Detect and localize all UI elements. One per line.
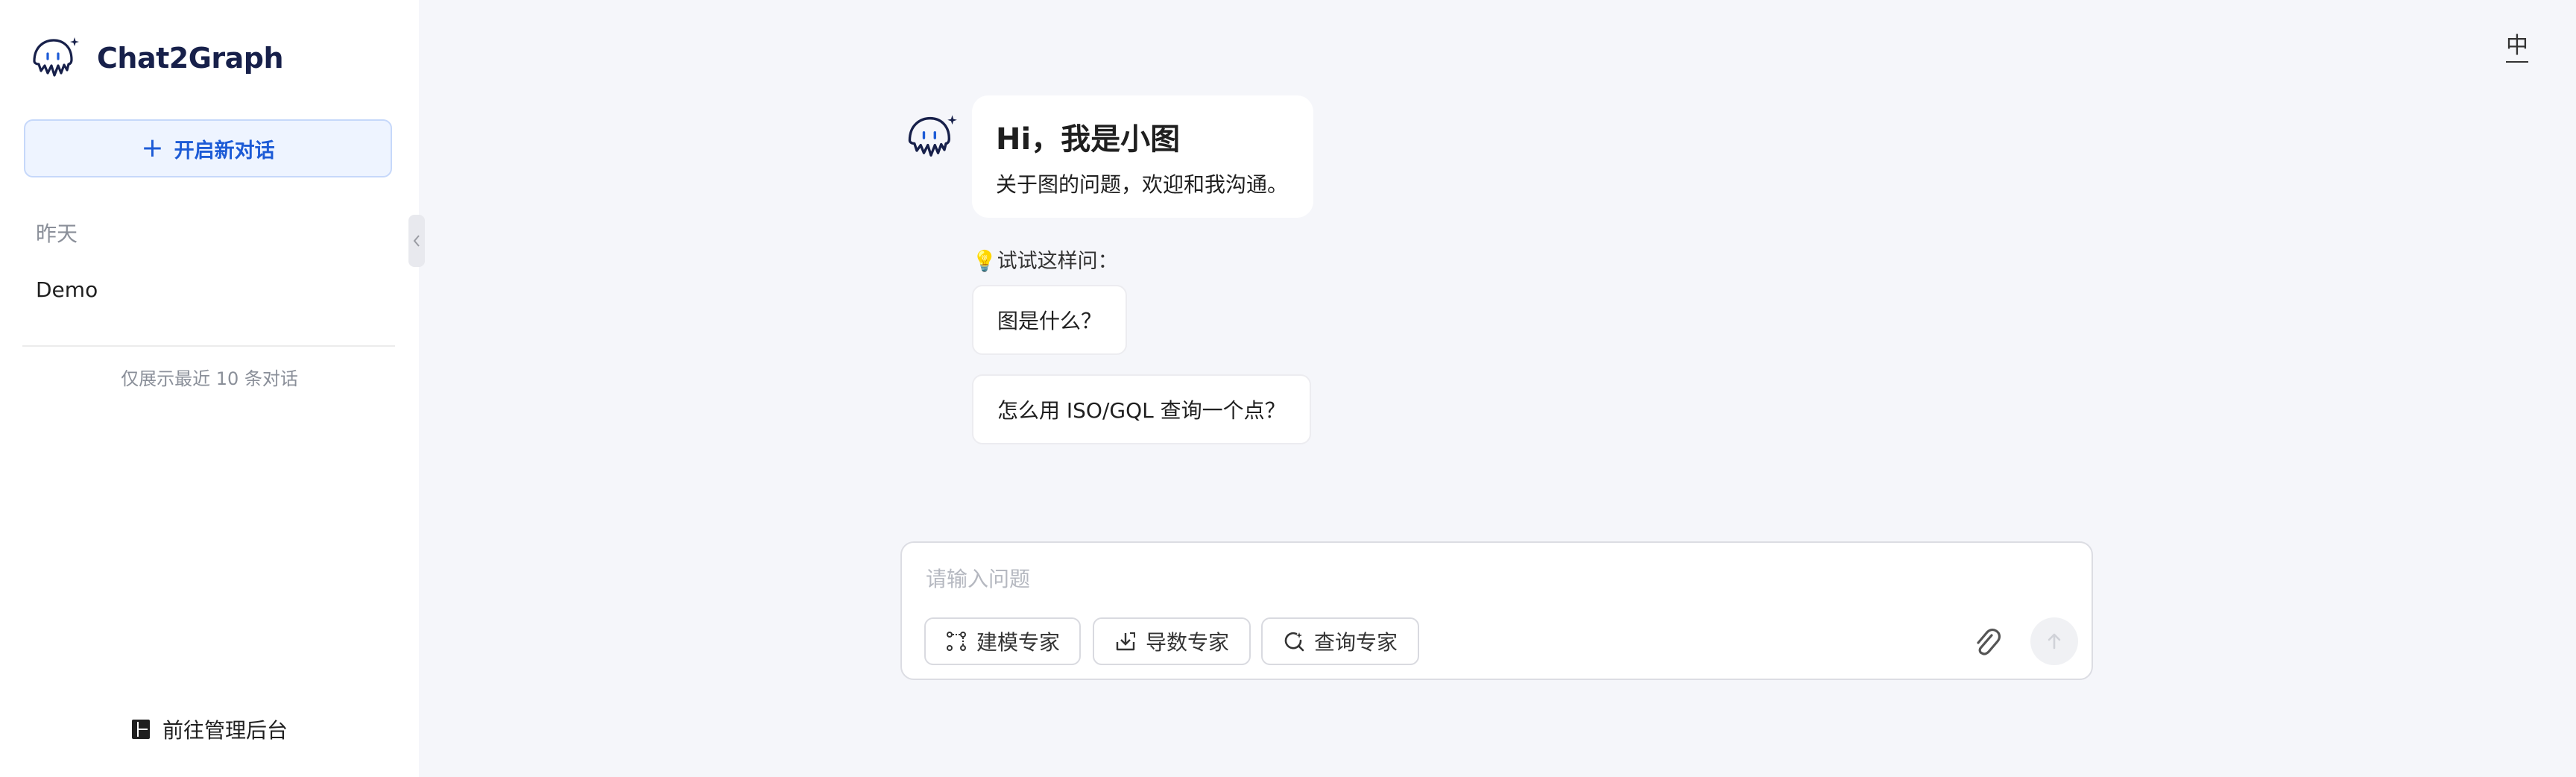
modeling-icon [946, 632, 966, 651]
jellyfish-logo-icon [33, 37, 79, 77]
dashboard-icon [131, 720, 150, 739]
sidebar: Chat2Graph + 开启新对话 昨天 Demo 仅展示最近 10 条对话 … [0, 0, 419, 777]
admin-link-label: 前往管理后台 [162, 718, 288, 743]
plus-icon: + [141, 133, 164, 163]
welcome-title: Hi，我是小图 [996, 122, 1181, 157]
suggested-question[interactable]: 怎么用 ISO/GQL 查询一个点？ [972, 374, 1311, 444]
language-toggle[interactable]: 中 [2506, 27, 2528, 63]
sidebar-divider [22, 345, 395, 347]
import-icon [1116, 632, 1135, 651]
new-chat-button[interactable]: + 开启新对话 [24, 119, 392, 177]
query-expert-label: 查询专家 [1313, 630, 1398, 655]
modeling-expert-button[interactable]: 建模专家 [924, 617, 1081, 665]
recent-conversations-note: 仅展示最近 10 条对话 [121, 368, 298, 389]
suggested-question[interactable]: 图是什么？ [972, 285, 1128, 355]
bot-avatar-icon [908, 115, 957, 157]
app-name: Chat2Graph [97, 42, 284, 75]
conversation-item[interactable]: Demo [36, 277, 98, 302]
suggestions-label: 💡试试这样问： [972, 250, 1118, 273]
admin-console-link[interactable]: 前往管理后台 [0, 714, 419, 744]
arrow-up-icon [2048, 633, 2061, 649]
import-expert-button[interactable]: 导数专家 [1093, 617, 1251, 665]
welcome-subtitle: 关于图的问题，欢迎和我沟通。 [996, 172, 1289, 197]
message-composer: 建模专家 导数专家 查询专家 [900, 541, 2093, 680]
sidebar-collapse-handle[interactable] [408, 215, 425, 267]
query-expert-button[interactable]: 查询专家 [1261, 617, 1419, 665]
app-logo: Chat2Graph [28, 34, 284, 82]
query-icon [1284, 632, 1304, 652]
welcome-message: Hi，我是小图 关于图的问题，欢迎和我沟通。 [972, 95, 1313, 218]
history-section-label: 昨天 [36, 221, 78, 246]
paperclip-icon[interactable] [1969, 625, 2005, 661]
chevron-left-icon [413, 235, 420, 247]
send-button[interactable] [2030, 617, 2078, 665]
import-expert-label: 导数专家 [1145, 630, 1229, 655]
new-chat-label: 开启新对话 [174, 139, 275, 163]
modeling-expert-label: 建模专家 [976, 630, 1060, 655]
question-input[interactable] [924, 559, 1971, 598]
